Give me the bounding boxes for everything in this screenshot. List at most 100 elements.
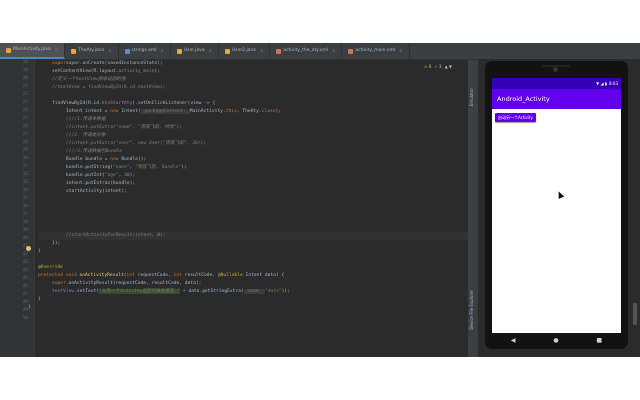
code-line: startActivity(intent); [66,189,127,194]
tab-label: activity_the_aty.xml [283,48,329,53]
line-number: 31 [22,164,28,169]
line-number: 28 [22,140,28,145]
nav-arrows-icon[interactable]: ▲ ▼ [445,64,452,69]
line-number: 30 [22,156,28,161]
close-icon[interactable]: ✕ [161,43,164,59]
code-line: //定义一个textView接收返回的值 [52,77,126,82]
side-tab-emulator[interactable]: Emulator [469,88,474,106]
xml-file-icon [348,48,354,54]
emulator-toolbar [478,43,640,59]
line-number: 21 [22,84,28,89]
side-tab-device-file-explorer[interactable]: Device File Explorer [469,290,474,330]
line-number: 25 [22,116,28,121]
warning-count: ⚠ 6 [424,64,432,69]
home-icon[interactable]: ● [553,337,558,344]
close-icon[interactable]: ✕ [55,43,58,58]
emulator-panel: ▼ ◢ ▮ 8:03 Android_Activity 启动另一个Activit… [478,43,640,357]
code-line: ////1.传递单数据 [66,117,106,122]
code-line: setContentView(R.layout.activity_main); [52,69,160,74]
tab-activity-main[interactable]: activity_main.xml ✕ [342,43,410,59]
code-line: findViewById(R.id.btnStartAty).setOnClic… [52,101,216,106]
line-number: 23 [22,100,28,105]
tab-label: TheAty.java [78,48,105,53]
lightbulb-icon[interactable] [26,246,31,251]
line-number: 48 [22,300,28,305]
tab-user[interactable]: User.java ✕ [171,43,219,59]
tab-activity-the-aty[interactable]: activity_the_aty.xml ✕ [270,43,343,59]
line-number: 45 [22,276,28,281]
inspection-widget[interactable]: ⚠ 6 ✓ 3 ▲ ▼ [424,64,452,69]
line-number: 20 [22,76,28,81]
tab-label: strings.xml [131,48,157,53]
line-gutter: 18 19 20 21 22 23 24 25 26 27 28 29 30 31 32 33 34 35 36 37… [0,60,35,357]
line-number: 35 [22,196,28,201]
line-number: 42 [22,252,28,257]
back-icon[interactable]: ◀ [511,337,516,344]
line-number: 29 [22,148,28,153]
code-line: Bundle bundle = new Bundle(); [66,157,147,162]
code-line: //startActivityForResult(intent, 0); [66,233,166,238]
scrollbar[interactable] [633,303,637,325]
line-number: 44 [22,268,28,273]
status-time: 8:03 [609,81,618,86]
close-icon[interactable]: ✕ [260,43,263,59]
code-line: textView.setText("从另一个Activity返回的数据值是:" … [52,289,290,294]
camera-icon [553,67,558,72]
app-bar: Android_Activity [492,89,621,109]
close-icon[interactable]: ✕ [209,43,212,59]
tab-user2[interactable]: User2.java ✕ [219,43,271,59]
close-icon[interactable]: ✕ [399,43,402,59]
code-line: ///2. 传递类对象 [66,133,106,138]
right-tool-strip: Emulator Device File Explorer [468,60,478,357]
code-line: bundle.putString("name", "雨夜飞影, Bundle")… [66,165,187,170]
close-icon[interactable]: ✕ [108,43,111,59]
code-line: protected void onActivityResult(int requ… [38,273,285,278]
code-line: } [38,249,41,254]
editor-tabs: MainActivity.java ✕ TheAty.java ✕ strings.… [0,43,480,60]
line-number: 49 [22,308,28,313]
code-editor[interactable]: supersuper.onCreate(savedInstanceState);… [28,60,468,357]
android-nav-bar: ◀ ● ■ [492,334,621,346]
code-line: supersuper.onCreate(savedInstanceState); [52,61,163,66]
close-icon[interactable]: ✕ [332,43,335,59]
line-number: 39 [22,228,28,233]
code-line: } [28,305,31,310]
start-activity-button[interactable]: 启动另一个Activity [495,113,536,122]
line-number: 24 [22,108,28,113]
app-title: Android_Activity [497,95,550,103]
tab-the-aty[interactable]: TheAty.java ✕ [65,43,119,59]
tab-strings[interactable]: strings.xml ✕ [119,43,171,59]
code-line: super.onActivityResult(requestCode, resu… [52,281,202,286]
line-number: 38 [22,220,28,225]
code-line: @Override [38,265,63,270]
status-bar: ▼ ◢ ▮ 8:03 [492,78,621,89]
java-file-icon [176,48,182,54]
tab-label: User.java [183,48,205,53]
code-line: intent.putExtras(bundle); [66,181,136,186]
line-number: 37 [22,212,28,217]
line-number: 32 [22,172,28,177]
line-number: 50 [22,316,28,321]
line-number: 43 [22,260,28,265]
line-number: 41 [4,244,28,249]
code-line: }); [52,241,61,246]
code-line: bundle.putInt("age", 30); [66,173,136,178]
code-line: //textView = findViewById(R.id.textView)… [52,85,166,90]
tab-main-activity[interactable]: MainActivity.java ✕ [0,43,66,59]
line-number: 19 [22,68,28,73]
java-file-icon [224,48,230,54]
tab-label: activity_main.xml [355,48,396,53]
tab-label: User2.java [231,48,256,53]
ide-window: MainActivity.java ✕ TheAty.java ✕ strings.… [0,43,640,357]
recent-apps-icon[interactable]: ■ [596,337,602,344]
phone-frame: ▼ ◢ ▮ 8:03 Android_Activity 启动另一个Activit… [485,61,628,349]
phone-screen[interactable]: ▼ ◢ ▮ 8:03 Android_Activity 启动另一个Activit… [492,78,621,333]
status-icons: ▼ ◢ ▮ [596,81,608,86]
line-number: 40 [22,236,28,241]
mouse-cursor-icon [555,190,565,199]
java-file-icon [6,47,11,53]
ok-count: ✓ 3 [434,64,442,69]
code-line: } [38,297,41,302]
line-number: 26 [22,124,28,129]
code-line: //intent.putExtra("user", new User("雨夜飞影… [66,141,207,146]
